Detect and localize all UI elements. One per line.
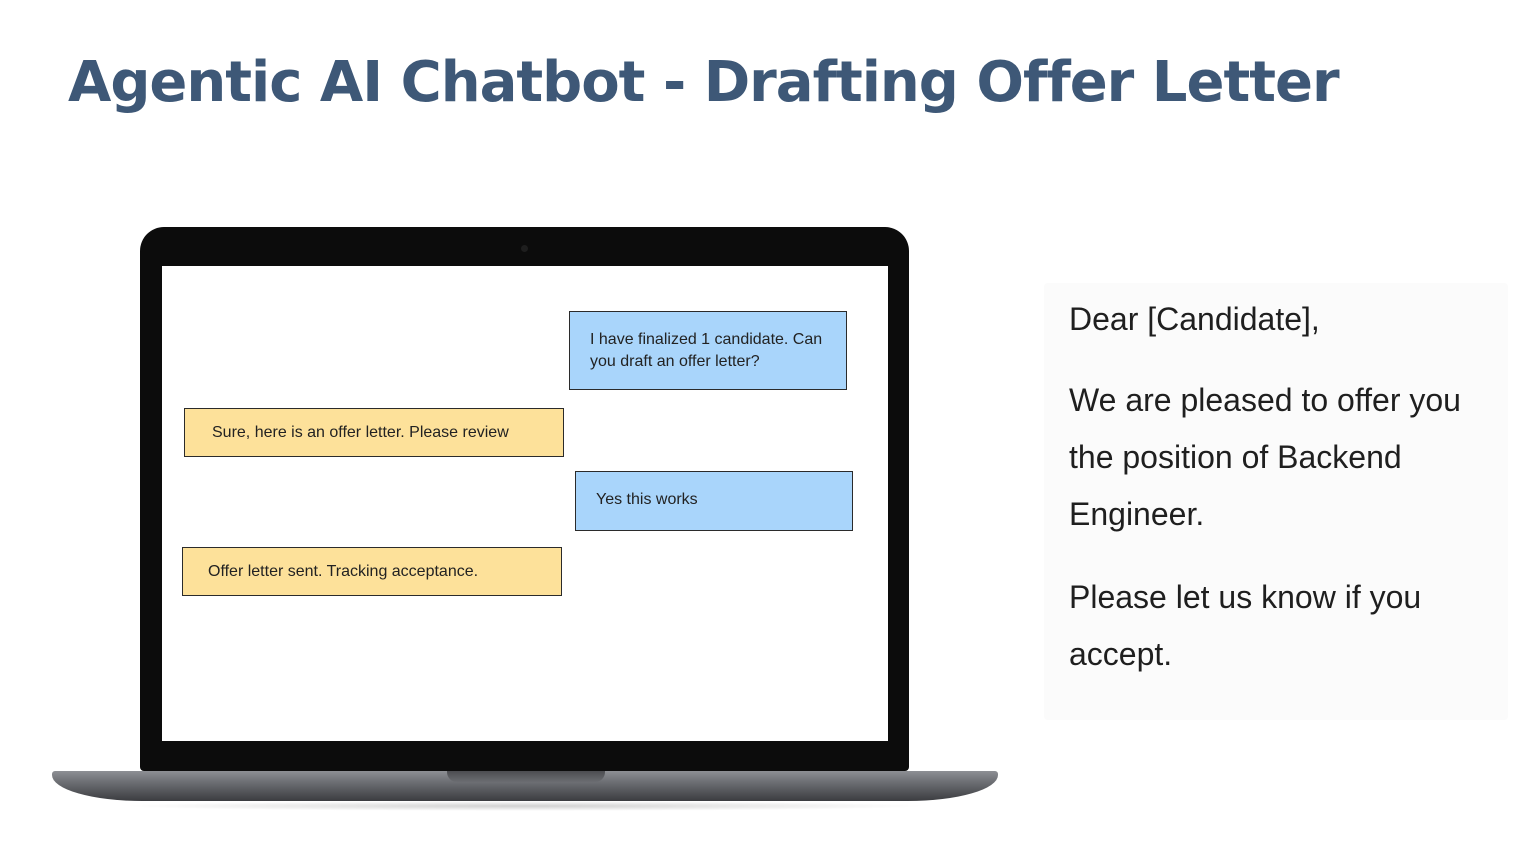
letter-greeting: Dear [Candidate],	[1069, 301, 1320, 337]
laptop-notch	[447, 771, 605, 782]
chat-message-user: I have finalized 1 candidate. Can you dr…	[569, 311, 847, 390]
laptop-base	[52, 771, 998, 801]
chat-message-bot: Offer letter sent. Tracking acceptance.	[182, 547, 562, 596]
webcam-icon	[521, 245, 528, 252]
laptop-shadow	[120, 801, 930, 811]
chat-screen: I have finalized 1 candidate. Can you dr…	[162, 266, 888, 741]
slide-title: Agentic AI Chatbot - Drafting Offer Lett…	[68, 50, 1340, 115]
chat-message-bot: Sure, here is an offer letter. Please re…	[184, 408, 564, 457]
letter-closing: Please let us know if you accept.	[1069, 579, 1422, 672]
letter-body: We are pleased to offer you the position…	[1069, 382, 1461, 532]
chat-message-user: Yes this works	[575, 471, 853, 531]
offer-letter-preview: Dear [Candidate], We are pleased to offe…	[1044, 283, 1508, 720]
slide: Agentic AI Chatbot - Drafting Offer Lett…	[0, 0, 1536, 864]
laptop-illustration: I have finalized 1 candidate. Can you dr…	[140, 227, 909, 771]
